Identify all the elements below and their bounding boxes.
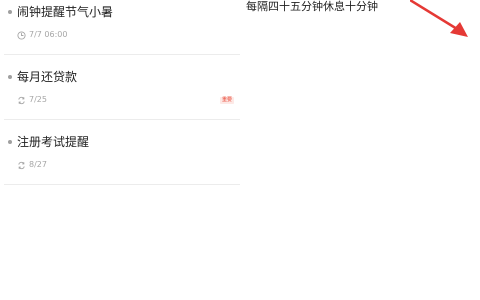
reminder-meta: 7/25	[17, 94, 47, 106]
repeat-icon	[18, 161, 25, 169]
bullet-dot	[8, 75, 12, 79]
reminder-detail-pane: 每隔四十五分钟休息十分钟	[240, 0, 480, 300]
list-item-reminder-1[interactable]: 闹钟提醒节气小暑 7/7 06:00	[4, 0, 240, 55]
bullet-dot	[8, 140, 12, 144]
clock-icon	[17, 30, 26, 40]
reminder-app: 闹钟提醒节气小暑 7/7 06:00 每月还贷款 7/25 重要 注册考试提醒 …	[0, 0, 480, 300]
reminder-title: 闹钟提醒节气小暑	[17, 5, 114, 19]
reminder-date: 8/27	[29, 160, 47, 169]
list-item-reminder-2[interactable]: 每月还贷款 7/25 重要	[4, 65, 240, 120]
bullet-dot	[8, 10, 12, 14]
annotation-arrow-icon	[410, 0, 468, 37]
reminder-list: 闹钟提醒节气小暑 7/7 06:00 每月还贷款 7/25 重要 注册考试提醒 …	[0, 0, 240, 300]
reminder-title: 每月还贷款	[17, 70, 78, 84]
reminder-date: 7/25	[29, 95, 47, 104]
importance-badge: 重要	[219, 97, 234, 104]
reminder-meta: 8/27	[17, 159, 47, 171]
reminder-time: 7/7 06:00	[29, 30, 68, 39]
reminder-meta: 7/7 06:00	[17, 29, 67, 41]
reminder-title: 注册考试提醒	[17, 135, 90, 149]
repeat-icon	[18, 96, 25, 104]
detail-title: 每隔四十五分钟休息十分钟	[246, 0, 378, 13]
list-item-reminder-3[interactable]: 注册考试提醒 8/27	[4, 130, 240, 185]
